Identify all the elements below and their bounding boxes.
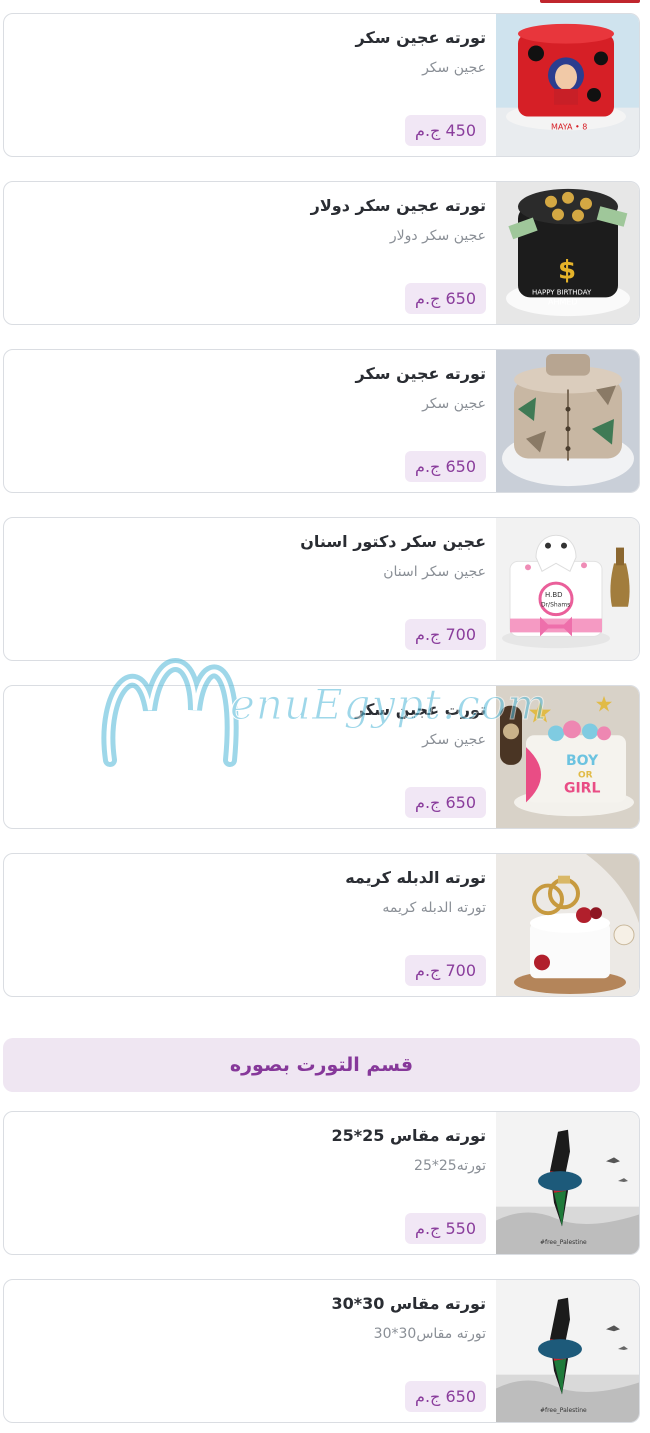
product-title: تورته الدبله كريمه — [345, 868, 486, 887]
cake2-label-line1: HAPPY BIRTHDAY — [532, 288, 592, 296]
product-image-palestine-cake: #free_Palestine — [496, 1112, 639, 1254]
product-title: تورته مقاس 25*25 — [331, 1126, 486, 1145]
price-badge: 650 ج.م — [405, 1381, 486, 1412]
product-card[interactable]: #free_Palestine تورته مقاس 25*25 تورته25… — [3, 1111, 640, 1255]
price-badge: 650 ج.م — [405, 283, 486, 314]
product-card[interactable]: تورته عجين سكر عجين سكر 650 ج.م — [3, 349, 640, 493]
product-description: تورته مقاس30*30 — [373, 1326, 486, 1342]
product-image-gender-reveal-cake: BOY OR GIRL — [496, 686, 639, 828]
price-badge: 450 ج.م — [405, 115, 486, 146]
price-badge: 650 ج.م — [405, 787, 486, 818]
product-title: تورته عجين سكر — [355, 364, 486, 383]
product-title: تورته عجين سكر — [355, 28, 486, 47]
cake5-label-or: OR — [578, 771, 593, 781]
cake4-label-line2: Dr/Shams — [541, 602, 570, 609]
product-title: تورته مقاس 30*30 — [331, 1294, 486, 1313]
product-image-palestine-cake: #free_Palestine — [496, 1280, 639, 1422]
product-description: تورته25*25 — [414, 1158, 486, 1174]
product-description: تورته الدبله كريمه — [382, 900, 486, 916]
product-description: عجين سكر دولار — [389, 228, 486, 244]
cake5-label-girl: GIRL — [564, 781, 601, 797]
section-title: قسم التورت بصوره — [229, 1054, 414, 1076]
price-badge: 650 ج.م — [405, 451, 486, 482]
product-card[interactable]: MAYA • 8 تورته عجين سكر عجين سكر 450 ج.م — [3, 13, 640, 157]
cake4-label-line1: H.BD — [545, 591, 563, 599]
product-card[interactable]: تورته الدبله كريمه تورته الدبله كريمه 70… — [3, 853, 640, 997]
palestine-tag: #free_Palestine — [540, 1239, 587, 1246]
price-badge: 550 ج.م — [405, 1213, 486, 1244]
product-description: عجين سكر — [422, 60, 486, 76]
product-image-ring-cake — [496, 854, 639, 996]
product-card[interactable]: H.BD Dr/Shams عجين سكر دكتور اسنان عجين … — [3, 517, 640, 661]
product-image-dentist-cake: H.BD Dr/Shams — [496, 518, 639, 660]
product-description: عجين سكر اسنان — [383, 564, 486, 580]
price-badge: 700 ج.م — [405, 619, 486, 650]
palestine-tag: #free_Palestine — [540, 1407, 587, 1414]
cake2-label-line2: AHMED — [548, 297, 578, 306]
product-title: تورت عجين سكر — [355, 700, 486, 719]
product-card[interactable]: #free_Palestine تورته مقاس 30*30 تورته م… — [3, 1279, 640, 1423]
product-title: تورته عجين سكر دولار — [310, 196, 486, 215]
product-description: عجين سكر — [422, 396, 486, 412]
product-title: عجين سكر دكتور اسنان — [300, 532, 486, 551]
cake5-label-boy: BOY — [566, 753, 599, 769]
product-card[interactable]: BOY OR GIRL تورت عجين سكر عجين سكر 650 ج… — [3, 685, 640, 829]
product-image-ladybug-cake: MAYA • 8 — [496, 14, 639, 156]
product-image-dollar-cake: $ HAPPY BIRTHDAY AHMED — [496, 182, 639, 324]
svg-text:$: $ — [558, 256, 576, 286]
product-image-military-cake — [496, 350, 639, 492]
price-badge: 700 ج.م — [405, 955, 486, 986]
product-description: عجين سكر — [422, 732, 486, 748]
cake1-label: MAYA • 8 — [551, 122, 587, 131]
product-card[interactable]: $ HAPPY BIRTHDAY AHMED تورته عجين سكر دو… — [3, 181, 640, 325]
section-header: قسم التورت بصوره — [3, 1038, 640, 1092]
top-accent-bar — [540, 0, 640, 3]
